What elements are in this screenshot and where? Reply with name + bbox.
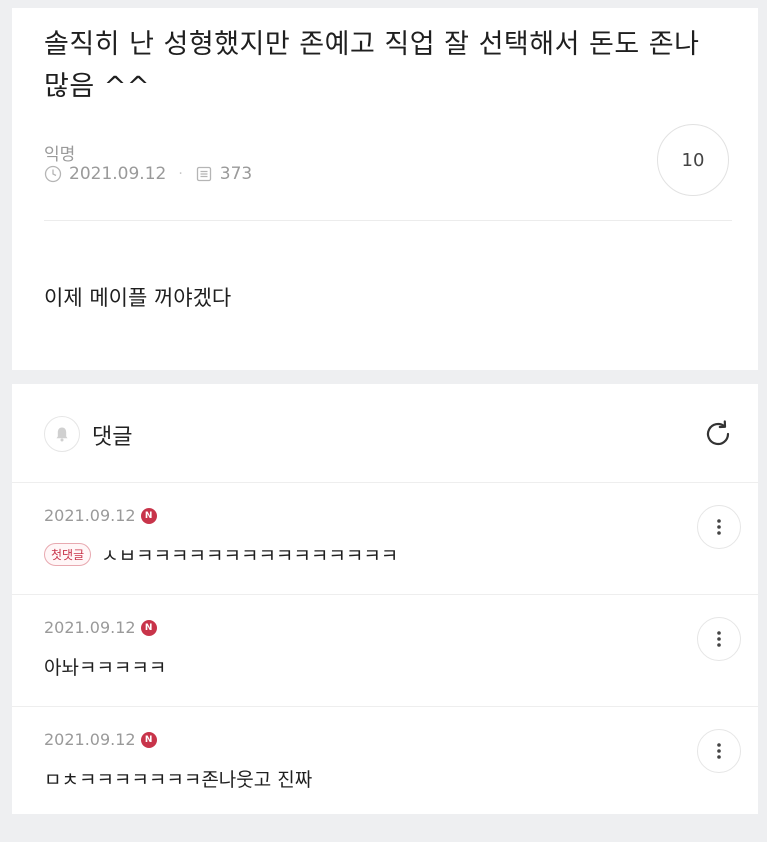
comment-date-row: 2021.09.12 N (44, 618, 157, 637)
comment-item: 2021.09.12 N ㅁㅊㅋㅋㅋㅋㅋㅋㅋ존나웃고 진짜 (12, 706, 758, 817)
comment-date-row: 2021.09.12 N (44, 506, 157, 525)
divider (44, 220, 732, 221)
post-views: 373 (219, 164, 253, 184)
post-date: 2021.09.12 (69, 164, 167, 184)
comment-date: 2021.09.12 (44, 506, 136, 525)
post-body: 이제 메이플 꺼야겠다 (44, 286, 232, 310)
more-vertical-icon[interactable] (697, 617, 741, 661)
comments-card: 댓글 2021.09.12 N 첫댓글 ㅅㅂㅋㅋㅋㅋㅋㅋㅋㅋㅋㅋㅋㅋㅋㅋㅋ 20… (12, 384, 758, 814)
bell-icon[interactable] (44, 416, 80, 452)
comment-date: 2021.09.12 (44, 618, 136, 637)
comment-body: ㅁㅊㅋㅋㅋㅋㅋㅋㅋ존나웃고 진짜 (44, 765, 312, 792)
comment-body: 아놔ㅋㅋㅋㅋㅋ (44, 653, 166, 680)
refresh-icon[interactable] (698, 414, 738, 454)
comment-item: 2021.09.12 N 아놔ㅋㅋㅋㅋㅋ (12, 594, 758, 705)
document-icon (195, 165, 213, 183)
post-meta: 2021.09.12 · 373 (44, 164, 252, 184)
comment-text: 아놔ㅋㅋㅋㅋㅋ (44, 657, 167, 679)
new-badge: N (140, 619, 157, 636)
meta-separator: · (178, 166, 183, 182)
post-title: 솔직히 난 성형했지만 존예고 직업 잘 선택해서 돈도 존나 많음 ^^ (44, 29, 700, 102)
comment-item: 2021.09.12 N 첫댓글 ㅅㅂㅋㅋㅋㅋㅋㅋㅋㅋㅋㅋㅋㅋㅋㅋㅋ (12, 482, 758, 593)
comment-date-row: 2021.09.12 N (44, 730, 157, 749)
new-badge: N (140, 507, 157, 524)
more-vertical-icon[interactable] (697, 729, 741, 773)
comments-header-label: 댓글 (92, 425, 133, 450)
comment-date: 2021.09.12 (44, 730, 136, 749)
post-card: 솔직히 난 성형했지만 존예고 직업 잘 선택해서 돈도 존나 많음 ^^ 익명… (12, 8, 758, 370)
clock-icon (44, 165, 62, 183)
comment-text: ㅅㅂㅋㅋㅋㅋㅋㅋㅋㅋㅋㅋㅋㅋㅋㅋㅋ (101, 545, 399, 567)
first-comment-badge: 첫댓글 (44, 543, 92, 566)
new-badge: N (140, 731, 157, 748)
comment-text: ㅁㅊㅋㅋㅋㅋㅋㅋㅋ존나웃고 진짜 (44, 769, 313, 791)
comment-count-button[interactable]: 10 (657, 124, 729, 196)
more-vertical-icon[interactable] (697, 505, 741, 549)
post-author: 익명 (44, 145, 76, 165)
comment-body: 첫댓글 ㅅㅂㅋㅋㅋㅋㅋㅋㅋㅋㅋㅋㅋㅋㅋㅋㅋ (44, 541, 398, 568)
